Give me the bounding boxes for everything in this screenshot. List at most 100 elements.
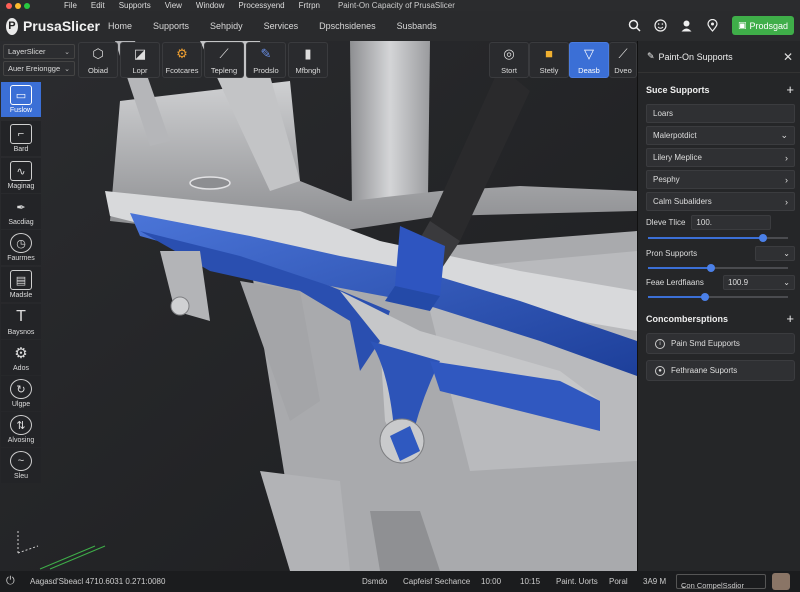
app-logo[interactable]: P PrusaSlicer (0, 17, 100, 35)
status-sequence: Capfeisf Sechance (403, 577, 471, 586)
system-menubar: File Edit Supports View Window Processye… (0, 0, 800, 11)
left-tool-madsle[interactable]: ▤ Madsle (1, 267, 41, 302)
tool-deasb[interactable]: ▽ Deasb (569, 42, 609, 78)
status-dropdown[interactable]: Con CompelSsdior ⌄ (676, 574, 766, 590)
user-icon[interactable] (680, 19, 694, 33)
tool-lopr[interactable]: ◪ Lopr (120, 42, 160, 78)
search-icon[interactable] (628, 19, 642, 33)
left-tool-bard[interactable]: ⌐ Bard (1, 121, 41, 156)
pain-smd-eupports-button[interactable]: i Pain Smd Eupports (646, 333, 795, 354)
nav-susbands[interactable]: Susbands (397, 21, 437, 31)
nav-home[interactable]: Home (108, 21, 132, 31)
left-tool-sacdiag[interactable]: ✒ Sacdiag (1, 194, 41, 229)
slider-knob[interactable] (758, 234, 767, 242)
paint-icon: ✎ (260, 46, 272, 61)
item-label: Malerpotdict (653, 131, 697, 140)
tool-dveo-label: Dveo (614, 66, 632, 75)
nav-sehpidy[interactable]: Sehpidy (210, 21, 243, 31)
nav-supports[interactable]: Supports (153, 21, 189, 31)
left-tool-label: Faurmes (7, 255, 35, 262)
panel-item-loars[interactable]: Loars (646, 104, 795, 123)
left-tool-alvosing[interactable]: ⇅ Alvosing (1, 412, 41, 447)
menu-view[interactable]: View (165, 1, 182, 10)
close-window-dot[interactable] (6, 2, 12, 9)
funnel-icon: ▽ (584, 46, 594, 61)
fethraane-suports-button[interactable]: ● Fethraane Suports (646, 360, 795, 381)
chevron-right-icon: › (785, 174, 788, 185)
slider-fill (648, 267, 711, 269)
pron-supports-slider[interactable] (648, 264, 788, 272)
text-icon: T (16, 308, 26, 325)
tool-stort[interactable]: ◎ Stort (489, 42, 529, 78)
status-time-start: 10:00 (481, 577, 502, 586)
tool-prodslo[interactable]: ✎ Prodslo (246, 42, 286, 78)
dleve-tlice-input[interactable]: 100. (691, 215, 772, 230)
pron-supports-label: Pron Supports (646, 249, 698, 258)
tool-dveo[interactable]: ⟋ Dveo (609, 42, 637, 78)
app-name: PrusaSlicer (22, 18, 100, 34)
chevron-right-icon: › (785, 196, 788, 207)
left-tool-baysnos[interactable]: T Baysnos (1, 304, 41, 339)
item-label: Loars (653, 109, 674, 118)
status-paint-units: Paint. Uorts (556, 577, 598, 586)
panel-item-lilery-meplice[interactable]: Lilery Meplice › (646, 148, 795, 167)
plus-icon[interactable]: + (786, 82, 794, 97)
location-icon[interactable] (706, 19, 720, 33)
menu-window[interactable]: Window (196, 1, 224, 10)
feae-lerdfiaans-slider[interactable] (648, 293, 788, 301)
nav-dpschsidenes[interactable]: Dpschsidenes (319, 21, 376, 31)
emoji-icon[interactable] (654, 19, 668, 33)
tool-stetly-label: Stetly (539, 66, 559, 75)
power-icon[interactable]: ⏻ (6, 575, 15, 588)
plus-icon[interactable]: + (786, 311, 794, 326)
produced-button[interactable]: ▣ Prodsgad (731, 16, 794, 35)
left-tool-maginag[interactable]: ∿ Maginag (1, 158, 41, 193)
left-tool-label: Ulgpe (11, 401, 31, 408)
menu-file[interactable]: File (64, 1, 77, 10)
left-tool-faurmes[interactable]: ◷ Faurmes (1, 230, 41, 265)
close-icon[interactable]: ✕ (783, 50, 793, 64)
button-label: Pain Smd Eupports (671, 339, 740, 348)
tool-stetly[interactable]: ■ Stetly (529, 42, 569, 78)
tool-mfbngh[interactable]: ▮ Mfbngh (288, 42, 328, 78)
panel-item-malerpotdict[interactable]: Malerpotdict ⌄ (646, 126, 795, 145)
status-poral: Poral (609, 577, 628, 586)
left-tool-fuslow[interactable]: ▭ Fuslow (1, 82, 41, 117)
nav-services[interactable]: Services (264, 21, 299, 31)
menu-processyend[interactable]: Processyend (238, 1, 284, 10)
tool-tepleng-label: Tepleng (210, 66, 238, 75)
compass-icon: ◎ (503, 46, 515, 61)
tool-tepleng[interactable]: ⟋ Tepleng (204, 42, 244, 78)
status-memory: 3A9 M (643, 577, 667, 586)
top-navigation: P PrusaSlicer Home Supports Sehpidy Serv… (0, 11, 800, 41)
menu-edit[interactable]: Edit (91, 1, 105, 10)
zoom-window-dot[interactable] (24, 2, 30, 9)
avatar[interactable] (772, 573, 790, 590)
menu-supports[interactable]: Supports (119, 1, 151, 10)
window-controls[interactable] (6, 2, 30, 9)
window-title: Paint-On Capacity of PrusaSlicer (337, 1, 455, 10)
feae-lerdfiaans-select[interactable]: 100.9 ⌄ (723, 275, 795, 290)
auer-ereiongge-select[interactable]: Auer Ereiongge ⌄ (3, 61, 75, 76)
left-tool-ulgpe[interactable]: ↻ Ulgpe (1, 376, 41, 411)
panel-item-calm-subaliders[interactable]: Calm Subaliders › (646, 192, 795, 211)
left-tool-ados[interactable]: ⚙ Ados (1, 340, 41, 375)
minimize-window-dot[interactable] (15, 2, 21, 9)
menu-frtrpn[interactable]: Frtrpn (299, 1, 320, 10)
tool-obiad[interactable]: ⬡ Obiad (78, 42, 118, 78)
brush-icon: ⟋ (219, 46, 229, 61)
slider-knob[interactable] (707, 264, 715, 272)
panel-item-pesphy[interactable]: Pesphy › (646, 170, 795, 189)
slider-knob[interactable] (701, 293, 710, 301)
layer-slicer-select[interactable]: LayerSlicer ⌄ (3, 44, 75, 59)
pron-supports-row: Pron Supports ⌄ (646, 246, 795, 261)
dleve-tlice-slider[interactable] (648, 234, 788, 242)
model-scene[interactable] (0, 41, 637, 571)
left-tool-sleu[interactable]: ~ Sleu (1, 448, 41, 483)
3d-viewport[interactable]: LayerSlicer ⌄ Auer Ereiongge ⌄ ⬡ Obiad ◪ Lop… (0, 41, 637, 571)
tool-fcotcares[interactable]: ⚙ Fcotcares (162, 42, 202, 78)
chevron-down-icon: ⌄ (783, 278, 790, 287)
left-tool-label: Bard (13, 146, 29, 153)
timer-icon: ◷ (10, 233, 32, 253)
pron-supports-select[interactable]: ⌄ (755, 246, 795, 261)
